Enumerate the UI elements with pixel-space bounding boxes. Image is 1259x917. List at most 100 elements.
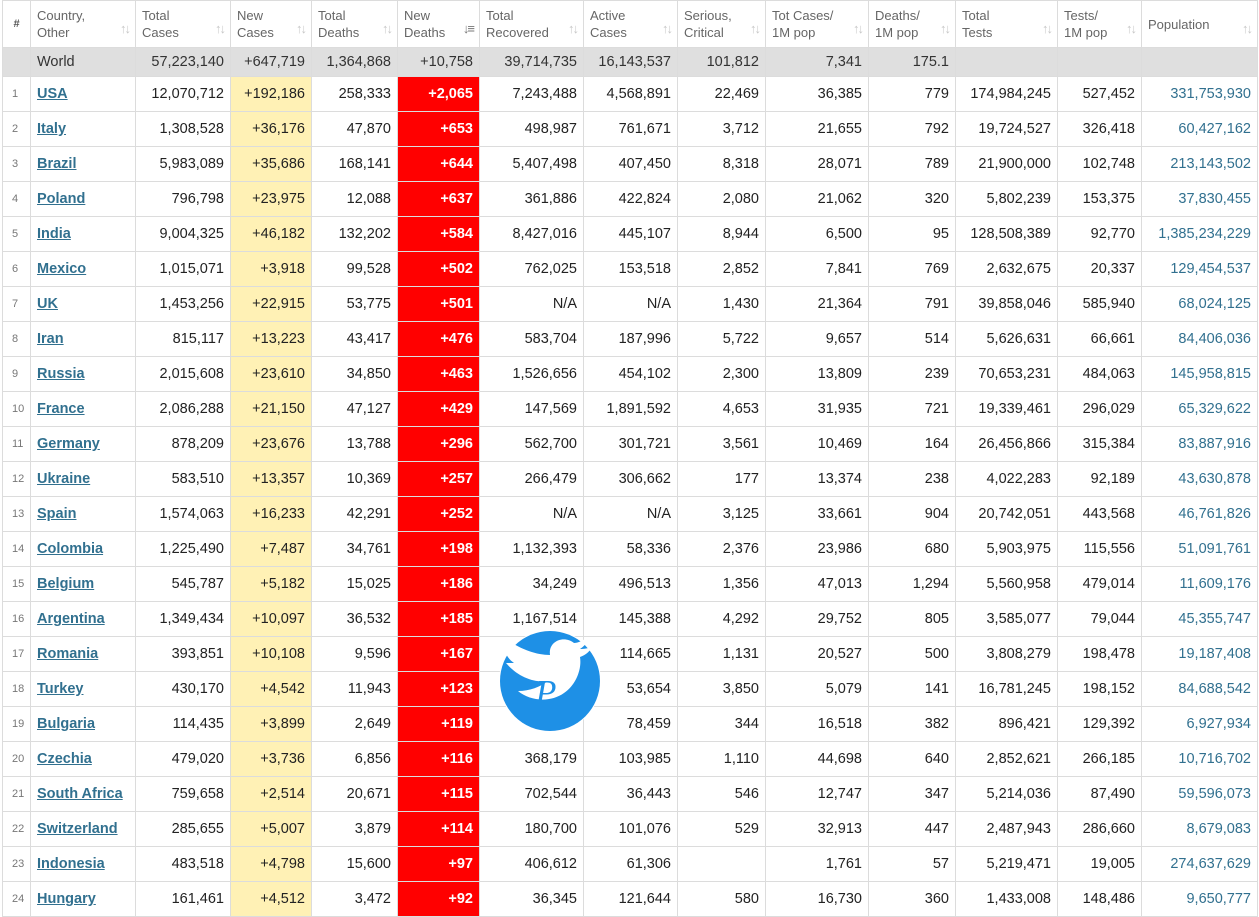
population-link[interactable]: 60,427,162 [1178,121,1251,137]
population-link[interactable]: 83,887,916 [1178,436,1251,452]
country-link[interactable]: Germany [37,436,100,452]
population-link[interactable]: 1,385,234,229 [1158,226,1251,242]
sort-arrows-icon[interactable]: ↑↓ [1126,21,1137,36]
sort-arrows-icon[interactable]: ↑↓ [1242,21,1253,36]
cell-num: 24 [2,881,31,917]
cell-country: Colombia [30,531,136,567]
country-link[interactable]: Indonesia [37,856,105,872]
country-link[interactable]: Turkey [37,681,83,697]
sort-arrows-icon[interactable]: ↑↓ [853,21,864,36]
country-link[interactable]: Switzerland [37,821,118,837]
table-row: 7 UK 1,453,256 +22,915 53,775 +501 N/A N/A 1,430… [2,286,1258,322]
column-header-deaths-per-m[interactable]: Deaths/1M pop ↑↓ [868,0,956,48]
column-header-country[interactable]: Country, Other ↑↓ [30,0,136,48]
population-link[interactable]: 9,650,777 [1186,891,1251,907]
column-header-num[interactable]: # [2,0,31,48]
country-link[interactable]: Mexico [37,261,86,277]
cell-cases-per-m: 21,062 [765,181,869,217]
population-link[interactable]: 213,143,502 [1170,156,1251,172]
cell-total-deaths: 99,528 [311,251,398,287]
column-header-population[interactable]: Population ↑↓ [1141,0,1258,48]
twitter-bird-watermark-icon: P [499,630,601,732]
sort-arrows-icon[interactable]: ↑↓ [662,21,673,36]
country-link[interactable]: Iran [37,331,64,347]
population-link[interactable]: 10,716,702 [1178,751,1251,767]
cell-cases-per-m: 13,809 [765,356,869,392]
country-link[interactable]: UK [37,296,58,312]
sort-arrows-icon[interactable]: ↑↓ [1042,21,1053,36]
column-header-total-tests[interactable]: Total Tests ↑↓ [955,0,1058,48]
cell-cases-per-m: 21,655 [765,111,869,147]
population-link[interactable]: 51,091,761 [1178,541,1251,557]
cell-country: Germany [30,426,136,462]
cell-deaths-per-m: 789 [868,146,956,182]
country-link[interactable]: USA [37,86,68,102]
column-header-total-recovered[interactable]: Total Recovered ↑↓ [479,0,584,48]
population-link[interactable]: 145,958,815 [1170,366,1251,382]
population-link[interactable]: 65,329,622 [1178,401,1251,417]
population-link[interactable]: 6,927,934 [1186,716,1251,732]
country-link[interactable]: France [37,401,85,417]
sort-descending-icon[interactable]: ↓≡ [463,21,475,36]
cell-total-cases: 9,004,325 [135,216,231,252]
sort-arrows-icon[interactable]: ↑↓ [382,21,393,36]
country-link[interactable]: Argentina [37,611,105,627]
cell-cases-per-m: 9,657 [765,321,869,357]
country-link[interactable]: Poland [37,191,85,207]
population-link[interactable]: 43,630,878 [1178,471,1251,487]
sort-arrows-icon[interactable]: ↑↓ [215,21,226,36]
population-link[interactable]: 68,024,125 [1178,296,1251,312]
country-link[interactable]: Russia [37,366,85,382]
column-header-serious[interactable]: Serious, Critical ↑↓ [677,0,766,48]
country-link[interactable]: Bulgaria [37,716,95,732]
country-link[interactable]: Czechia [37,751,92,767]
sort-arrows-icon[interactable]: ↑↓ [568,21,579,36]
column-header-cases-per-m[interactable]: Tot Cases/1M pop ↑↓ [765,0,869,48]
column-header-total-deaths[interactable]: Total Deaths ↑↓ [311,0,398,48]
cell-num: 12 [2,461,31,497]
sort-arrows-icon[interactable]: ↑↓ [750,21,761,36]
country-link[interactable]: Romania [37,646,98,662]
cell-num: 15 [2,566,31,602]
population-link[interactable]: 45,355,747 [1178,611,1251,627]
population-link[interactable]: 11,609,176 [1180,576,1252,592]
sort-arrows-icon[interactable]: ↑↓ [120,21,131,36]
population-link[interactable]: 84,688,542 [1178,681,1251,697]
cell-population: 65,329,622 [1141,391,1258,427]
country-link[interactable]: Ukraine [37,471,90,487]
population-link[interactable]: 8,679,083 [1186,821,1251,837]
population-link[interactable]: 46,761,826 [1178,506,1251,522]
cell-population: 46,761,826 [1141,496,1258,532]
cell-serious: 8,944 [677,216,766,252]
cell-total-recovered: 762,025 [479,251,584,287]
column-header-tests-per-m[interactable]: Tests/1M pop ↑↓ [1057,0,1142,48]
population-link[interactable]: 129,454,537 [1170,261,1251,277]
country-link[interactable]: India [37,226,71,242]
country-link[interactable]: Belgium [37,576,94,592]
country-link[interactable]: Hungary [37,891,96,907]
sort-arrows-icon[interactable]: ↑↓ [296,21,307,36]
column-header-total-cases[interactable]: Total Cases ↑↓ [135,0,231,48]
column-header-new-cases[interactable]: New Cases ↑↓ [230,0,312,48]
cell-num: 19 [2,706,31,742]
sort-arrows-icon[interactable]: ↑↓ [940,21,951,36]
cell-serious: 177 [677,461,766,497]
country-link[interactable]: Italy [37,121,66,137]
column-header-new-deaths[interactable]: New Deaths ↓≡ [397,0,480,48]
population-link[interactable]: 84,406,036 [1178,331,1251,347]
country-link[interactable]: Brazil [37,156,77,172]
table-row: 17 Romania 393,851 +10,108 9,596 +167 114,665 1… [2,636,1258,672]
population-link[interactable]: 274,637,629 [1170,856,1251,872]
population-link[interactable]: 59,596,073 [1178,786,1251,802]
cell-total-tests: 3,585,077 [955,601,1058,637]
column-header-active-cases[interactable]: Active Cases ↑↓ [583,0,678,48]
population-link[interactable]: 37,830,455 [1178,191,1251,207]
population-link[interactable]: 331,753,930 [1170,86,1251,102]
country-link[interactable]: Spain [37,506,76,522]
cell-tests-per-m: 443,568 [1057,496,1142,532]
country-link[interactable]: Colombia [37,541,103,557]
cell-population: 37,830,455 [1141,181,1258,217]
cell-deaths-per-m: 239 [868,356,956,392]
population-link[interactable]: 19,187,408 [1178,646,1251,662]
country-link[interactable]: South Africa [37,786,123,802]
